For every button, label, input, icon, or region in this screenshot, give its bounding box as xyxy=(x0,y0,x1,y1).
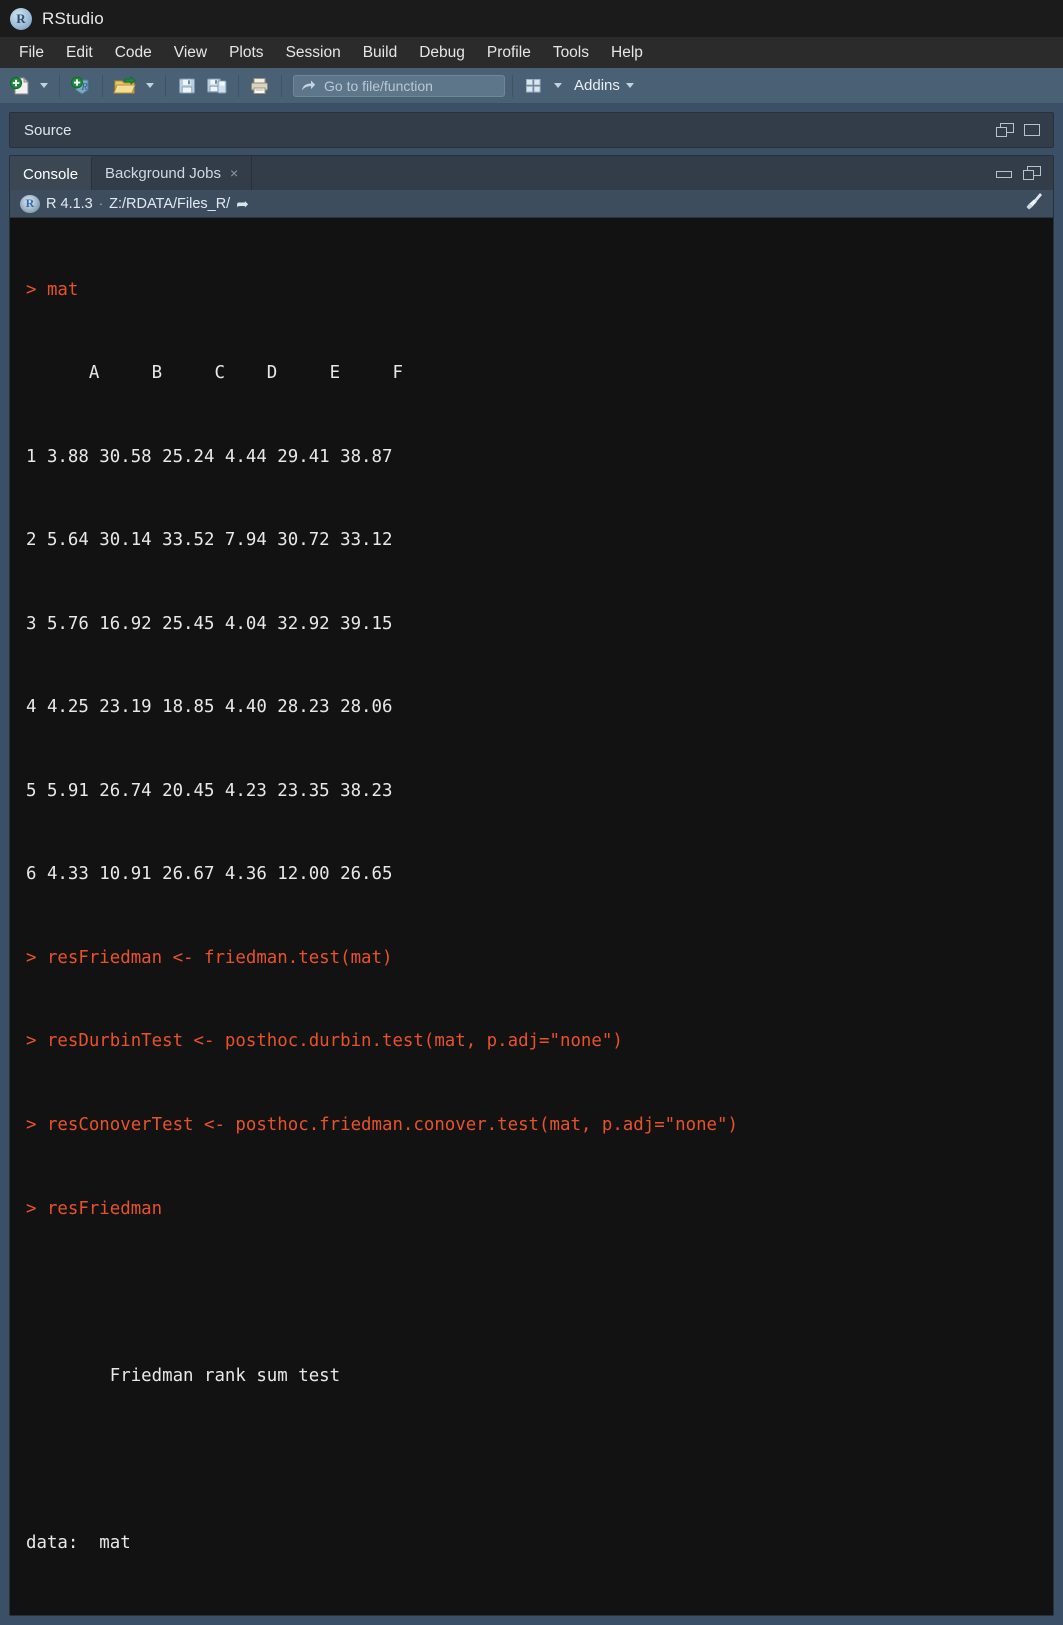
menu-help[interactable]: Help xyxy=(600,41,654,65)
goto-file-placeholder: Go to file/function xyxy=(324,77,433,94)
r-logo-icon: R xyxy=(20,194,40,213)
new-file-icon[interactable] xyxy=(6,72,34,100)
rstudio-logo-icon: R xyxy=(10,7,32,30)
console-line: 4 4.25 23.19 18.85 4.40 28.23 28.06 xyxy=(26,697,393,718)
open-directory-arrow-icon[interactable]: ➦ xyxy=(236,195,249,213)
source-pane-actions xyxy=(996,113,1053,147)
menu-debug[interactable]: Debug xyxy=(408,41,476,65)
console-output[interactable]: > mat A B C D E F 1 3.88 30.58 25.24 4.4… xyxy=(10,218,1053,1615)
open-file-icon[interactable] xyxy=(110,72,140,100)
maximize-pane-icon[interactable] xyxy=(1023,123,1042,138)
menu-session[interactable]: Session xyxy=(275,41,352,65)
new-file-dropdown-caret[interactable] xyxy=(40,83,48,88)
console-line: 3 5.76 16.92 25.45 4.04 32.92 39.15 xyxy=(26,613,393,634)
source-pane-title: Source xyxy=(24,121,72,139)
console-line: data: mat xyxy=(26,1532,131,1553)
console-line: Friedman chi-squared = 23.333, df = 5, p… xyxy=(26,1613,1053,1615)
console-pane-actions xyxy=(996,156,1053,190)
rstudio-window: R RStudio File Edit Code View Plots Sess… xyxy=(0,0,1063,1625)
menu-file[interactable]: File xyxy=(8,41,55,65)
panel-container: Source Console Background Jobs × R R 4.1… xyxy=(0,104,1063,1625)
console-line: > resDurbinTest <- posthoc.durbin.test(m… xyxy=(26,1031,623,1052)
console-line: 2 5.64 30.14 33.52 7.94 30.72 33.12 xyxy=(26,530,393,551)
close-icon[interactable]: × xyxy=(230,165,238,181)
menu-build[interactable]: Build xyxy=(352,41,408,65)
console-line: 6 4.33 10.91 26.67 4.36 12.00 26.65 xyxy=(26,864,393,885)
minimize-pane-icon[interactable] xyxy=(996,166,1015,181)
workspace-panes-icon[interactable] xyxy=(520,72,548,100)
toolbar-divider xyxy=(165,74,166,97)
broom-icon[interactable] xyxy=(1021,191,1043,216)
open-file-dropdown-caret[interactable] xyxy=(146,83,154,88)
menu-edit[interactable]: Edit xyxy=(55,41,104,65)
goto-arrow-icon xyxy=(302,80,316,90)
restore-pane-icon[interactable] xyxy=(1023,165,1042,181)
addins-caret[interactable] xyxy=(625,83,634,88)
menu-plots[interactable]: Plots xyxy=(218,41,274,65)
title-bar: R RStudio xyxy=(0,0,1063,37)
menu-profile[interactable]: Profile xyxy=(476,41,542,65)
save-all-icon[interactable] xyxy=(203,72,231,100)
toolbar-divider xyxy=(512,74,513,97)
toolbar-divider xyxy=(102,74,103,97)
new-project-icon[interactable]: R xyxy=(67,72,95,100)
console-body: R R 4.1.3 · Z:/RDATA/Files_R/ ➦ > mat A … xyxy=(10,190,1053,1615)
addins-button[interactable]: Addins xyxy=(574,77,620,94)
console-line: Friedman rank sum test xyxy=(26,1365,341,1386)
console-line: > resConoverTest <- posthoc.friedman.con… xyxy=(26,1115,738,1135)
console-line: 5 5.91 26.74 20.45 4.23 23.35 38.23 xyxy=(26,780,393,801)
goto-file-function-input[interactable]: Go to file/function xyxy=(293,74,505,97)
workspace-panes-caret[interactable] xyxy=(554,83,562,88)
menu-code[interactable]: Code xyxy=(104,41,163,65)
tab-console-label: Console xyxy=(23,165,79,183)
menu-tools[interactable]: Tools xyxy=(542,41,600,65)
r-version-label: R 4.1.3 xyxy=(46,195,93,212)
main-toolbar: R Go to file/function Addins xyxy=(0,68,1063,104)
console-pane-header: Console Background Jobs × xyxy=(10,156,1053,190)
save-icon[interactable] xyxy=(173,72,201,100)
console-status-bar: R R 4.1.3 · Z:/RDATA/Files_R/ ➦ xyxy=(10,190,1053,218)
source-pane: Source xyxy=(9,112,1054,148)
console-pane: Console Background Jobs × R R 4.1.3 · Z:… xyxy=(9,155,1054,1616)
status-separator: · xyxy=(98,196,104,211)
toolbar-divider xyxy=(281,74,282,97)
console-line: > resFriedman xyxy=(26,1198,163,1219)
tab-background-jobs[interactable]: Background Jobs × xyxy=(92,156,253,190)
toolbar-divider xyxy=(238,74,239,97)
tab-background-jobs-label: Background Jobs xyxy=(105,164,221,182)
source-pane-header: Source xyxy=(10,113,1053,147)
toolbar-divider xyxy=(59,74,60,97)
working-directory-label[interactable]: Z:/RDATA/Files_R/ xyxy=(109,196,230,212)
tab-console[interactable]: Console xyxy=(10,156,93,190)
restore-pane-icon[interactable] xyxy=(996,122,1015,138)
console-line: 1 3.88 30.58 25.24 4.44 29.41 38.87 xyxy=(26,446,393,467)
console-line: > resFriedman <- friedman.test(mat) xyxy=(26,947,393,968)
print-icon[interactable] xyxy=(246,72,274,100)
menu-view[interactable]: View xyxy=(163,41,218,65)
window-title: RStudio xyxy=(42,8,104,28)
console-line: > mat xyxy=(26,279,79,300)
console-line: A B C D E F xyxy=(26,363,403,384)
menu-bar: File Edit Code View Plots Session Build … xyxy=(0,37,1063,68)
